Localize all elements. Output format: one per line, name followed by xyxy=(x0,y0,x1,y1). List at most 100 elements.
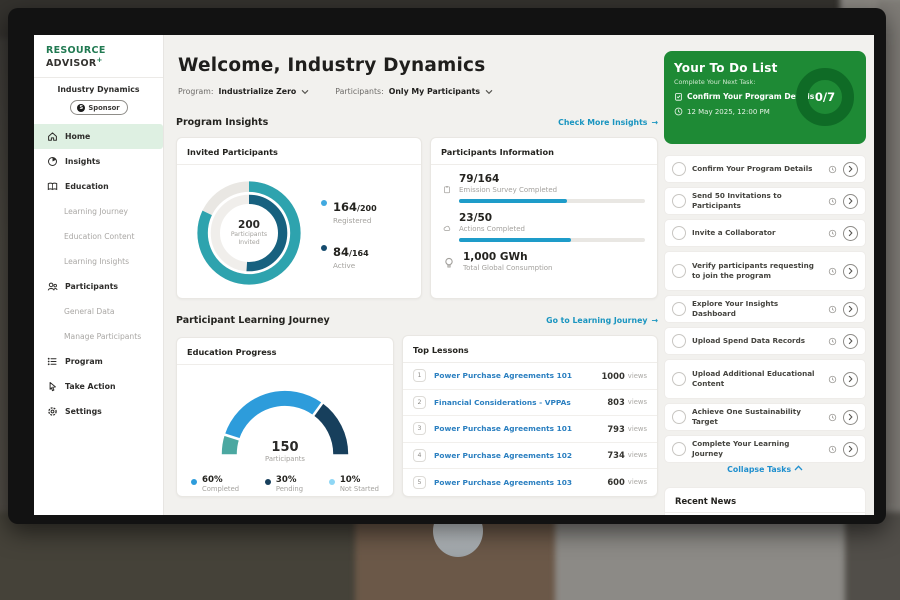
education-progress-gauge: 150 Participants xyxy=(210,379,360,463)
program-dropdown[interactable]: Program: Industrialize Zero xyxy=(178,87,309,96)
collapse-tasks-link[interactable]: Collapse Tasks xyxy=(664,465,866,474)
lesson-link[interactable]: Power Purchase Agreements 101 xyxy=(434,424,607,433)
lesson-link[interactable]: Power Purchase Agreements 101 xyxy=(434,371,601,380)
program-icon xyxy=(47,356,58,367)
stat-value: 79/164 xyxy=(459,173,645,185)
chevron-right-icon xyxy=(848,267,853,275)
stat-global-consumption: 1,000 GWh Total Global Consumption xyxy=(443,251,645,272)
org-name: Industry Dynamics xyxy=(34,85,163,94)
active-total: /164 xyxy=(349,249,369,258)
task-checkbox[interactable] xyxy=(672,194,686,208)
todo-due-label: 12 May 2025, 12:00 PM xyxy=(687,108,770,116)
progress-fill xyxy=(459,199,567,203)
lesson-link[interactable]: Power Purchase Agreements 102 xyxy=(434,451,607,460)
todo-progress-ring: 0/7 xyxy=(796,68,854,126)
go-to-learning-journey-link[interactable]: Go to Learning Journey → xyxy=(546,316,658,325)
lesson-row-3[interactable]: 3 Power Purchase Agreements 101 793 view… xyxy=(403,416,657,443)
task-checkbox[interactable] xyxy=(672,442,686,456)
legend-active: 84/164 Active xyxy=(321,241,377,270)
sidebar-item-learning-journey[interactable]: Learning Journey xyxy=(34,199,163,224)
page-title: Welcome, Industry Dynamics xyxy=(178,55,485,76)
sidebar-item-participants[interactable]: Participants xyxy=(34,274,163,299)
sidebar-item-home[interactable]: Home xyxy=(34,124,163,149)
task-checkbox[interactable] xyxy=(672,372,686,386)
lesson-views-suffix: views xyxy=(628,398,647,406)
sponsor-icon: S xyxy=(77,104,85,112)
task-checkbox[interactable] xyxy=(672,226,686,240)
invited-participants-donut: 200 Participants Invited xyxy=(191,175,307,291)
task-chevron-button[interactable] xyxy=(843,302,858,317)
task-chevron-button[interactable] xyxy=(843,442,858,457)
gauge-center: 150 Participants xyxy=(210,440,360,463)
sidebar-item-program[interactable]: Program xyxy=(34,349,163,374)
sidebar-item-learning-insights[interactable]: Learning Insights xyxy=(34,249,163,274)
lesson-views-value: 1000 xyxy=(601,371,624,381)
task-row-achieve-sustainability-target[interactable]: Achieve One Sustainability Target xyxy=(664,403,866,431)
lesson-rank-badge: 4 xyxy=(413,449,426,462)
legend-completed: 60% Completed xyxy=(191,475,239,493)
participants-information-title: Participants Information xyxy=(431,138,657,165)
not-started-pct: 10% xyxy=(340,475,379,485)
chevron-up-icon xyxy=(794,465,803,471)
task-chevron-button[interactable] xyxy=(843,410,858,425)
clock-icon xyxy=(828,413,837,422)
sidebar-item-insights[interactable]: Insights xyxy=(34,149,163,174)
task-checkbox[interactable] xyxy=(672,162,686,176)
lesson-row-5[interactable]: 5 Power Purchase Agreements 103 600 view… xyxy=(403,469,657,496)
recent-news-card: Recent News xyxy=(664,487,866,515)
pending-pct: 30% xyxy=(276,475,303,485)
task-row-complete-learning-journey[interactable]: Complete Your Learning Journey xyxy=(664,435,866,463)
task-label: Verify participants requesting to join t… xyxy=(692,261,822,280)
lesson-link[interactable]: Financial Considerations - VPPAs xyxy=(434,398,607,407)
sidebar-item-settings[interactable]: Settings xyxy=(34,399,163,424)
task-row-confirm-program[interactable]: Confirm Your Program Details xyxy=(664,155,866,183)
sidebar-item-general-data[interactable]: General Data xyxy=(34,299,163,324)
task-checkbox[interactable] xyxy=(672,264,686,278)
task-chevron-button[interactable] xyxy=(843,264,858,279)
sidebar-item-education-content[interactable]: Education Content xyxy=(34,224,163,249)
registered-dot-icon xyxy=(321,200,327,206)
task-row-upload-spend-data[interactable]: Upload Spend Data Records xyxy=(664,327,866,355)
task-chevron-button[interactable] xyxy=(843,162,858,177)
lesson-row-1[interactable]: 1 Power Purchase Agreements 101 1000 vie… xyxy=(403,363,657,390)
task-checkbox[interactable] xyxy=(672,302,686,316)
program-dropdown-label: Program: xyxy=(178,87,214,96)
task-chevron-button[interactable] xyxy=(843,226,858,241)
lesson-views-suffix: views xyxy=(628,478,647,486)
sidebar-item-take-action[interactable]: Take Action xyxy=(34,374,163,399)
chevron-right-icon xyxy=(848,305,853,313)
logo-plus: + xyxy=(96,56,102,64)
legend-not-started: 10% Not Started xyxy=(329,475,379,493)
lesson-link[interactable]: Power Purchase Agreements 103 xyxy=(434,478,607,487)
task-chevron-button[interactable] xyxy=(843,334,858,349)
task-chevron-button[interactable] xyxy=(843,372,858,387)
active-dot-icon xyxy=(321,245,327,251)
sidebar-item-label: Home xyxy=(65,132,90,141)
check-more-insights-text: Check More Insights xyxy=(558,118,647,127)
education-icon xyxy=(47,181,58,192)
participants-information-body: 79/164 Emission Survey Completed 23/50 A… xyxy=(431,165,657,289)
clock-icon xyxy=(828,305,837,314)
sidebar-item-education[interactable]: Education xyxy=(34,174,163,199)
check-more-insights-link[interactable]: Check More Insights → xyxy=(558,118,658,127)
task-chevron-button[interactable] xyxy=(843,194,858,209)
task-row-explore-insights[interactable]: Explore Your Insights Dashboard xyxy=(664,295,866,323)
collapse-tasks-text: Collapse Tasks xyxy=(727,465,791,474)
app-logo: RESOURCE ADVISOR+ xyxy=(34,35,163,69)
task-row-verify-participants[interactable]: Verify participants requesting to join t… xyxy=(664,251,866,291)
participants-dropdown[interactable]: Participants: Only My Participants xyxy=(335,87,493,96)
logo-resource: RESOURCE xyxy=(46,45,106,56)
task-row-send-invitations[interactable]: Send 50 Invitations to Participants xyxy=(664,187,866,215)
sidebar-item-manage-participants[interactable]: Manage Participants xyxy=(34,324,163,349)
education-progress-card: Education Progress 150 Participants 60 xyxy=(176,337,394,497)
completed-dot-icon xyxy=(191,479,197,485)
recent-news-title: Recent News xyxy=(665,488,865,513)
task-checkbox[interactable] xyxy=(672,410,686,424)
task-checkbox[interactable] xyxy=(672,334,686,348)
lesson-row-4[interactable]: 4 Power Purchase Agreements 102 734 view… xyxy=(403,443,657,470)
task-row-invite-collaborator[interactable]: Invite a Collaborator xyxy=(664,219,866,247)
lesson-row-2[interactable]: 2 Financial Considerations - VPPAs 803 v… xyxy=(403,390,657,417)
bulb-icon xyxy=(443,251,455,272)
todo-progress-value: 0/7 xyxy=(815,90,835,104)
task-row-upload-educational-content[interactable]: Upload Additional Educational Content xyxy=(664,359,866,399)
